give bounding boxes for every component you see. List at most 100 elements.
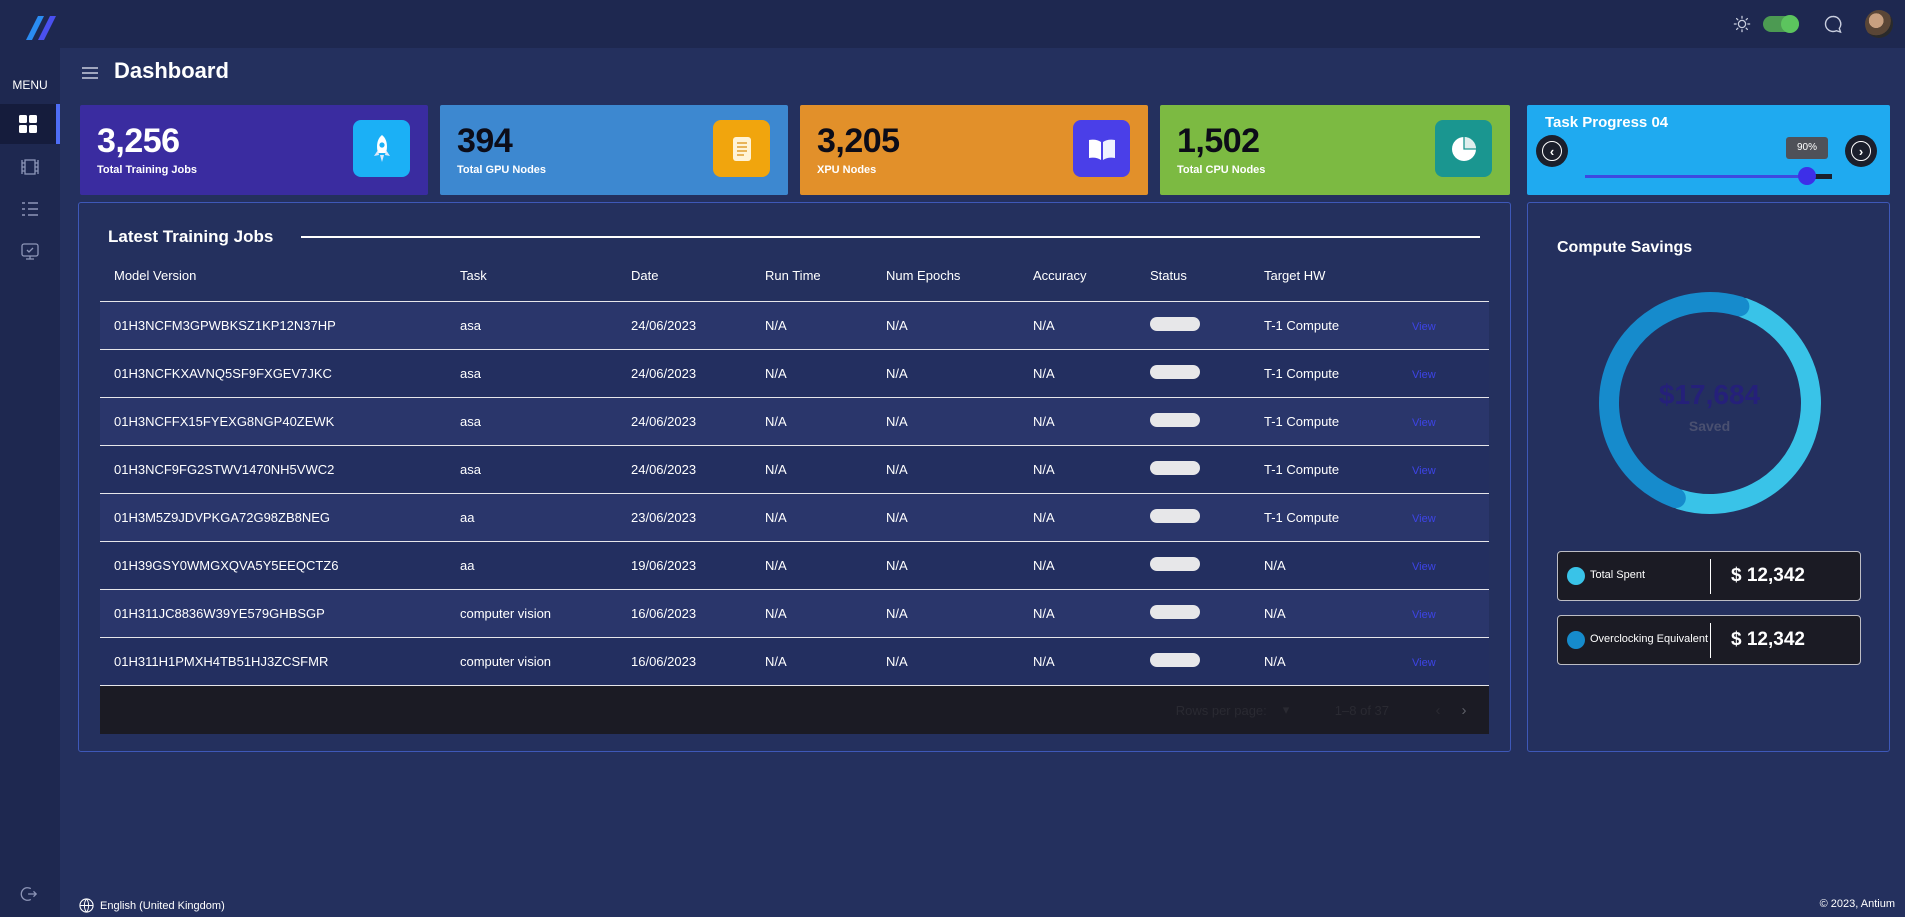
sidebar-item-list[interactable] — [0, 189, 60, 229]
view-link[interactable]: View — [1412, 414, 1469, 429]
view-link[interactable]: View — [1412, 318, 1469, 333]
next-page-button[interactable]: › — [1451, 702, 1477, 719]
cell-status — [1150, 365, 1264, 382]
column-header[interactable]: Date — [631, 268, 765, 283]
cell-model-version: 01H39GSY0WMGXQVA5Y5EEQCTZ6 — [114, 558, 339, 573]
table-body: 01H3NCFM3GPWBKSZ1KP12N37HP asa 24/06/202… — [100, 302, 1489, 686]
cell-target-hw: T-1 Compute — [1264, 318, 1340, 333]
sidebar-item-monitor[interactable] — [0, 231, 60, 271]
cell-task: asa — [460, 462, 481, 477]
status-pill — [1150, 413, 1200, 427]
hamburger-menu-icon[interactable] — [81, 66, 99, 80]
column-header[interactable]: Run Time — [765, 268, 886, 283]
sidebar-item-dashboard[interactable] — [0, 104, 60, 144]
cell-task: asa — [460, 366, 481, 381]
stat-card-xpu-nodes: 3,205 XPU Nodes — [800, 105, 1148, 195]
cell-target-hw: N/A — [1264, 654, 1286, 669]
cell-accuracy: N/A — [1033, 462, 1055, 477]
column-header[interactable]: Task — [460, 268, 631, 283]
rocket-icon — [353, 120, 410, 177]
view-link[interactable]: View — [1412, 510, 1469, 525]
cell-status — [1150, 317, 1264, 334]
table-row: 01H311JC8836W39YE579GHBSGP computer visi… — [100, 590, 1489, 638]
column-header[interactable]: Num Epochs — [886, 268, 1033, 283]
cell-status — [1150, 605, 1264, 622]
cell-run-time: N/A — [765, 654, 787, 669]
prev-page-button[interactable]: ‹ — [1425, 702, 1451, 719]
chevron-left-icon: ‹ — [1542, 141, 1562, 161]
view-link-label[interactable]: View — [1412, 465, 1436, 477]
column-header[interactable]: Model Version — [100, 268, 460, 283]
column-header[interactable]: Target HW — [1264, 268, 1412, 283]
column-header[interactable]: Status — [1150, 268, 1264, 283]
status-pill — [1150, 461, 1200, 475]
stat-card-cpu-nodes: 1,502 Total CPU Nodes — [1160, 105, 1510, 195]
cell-task: computer vision — [460, 654, 552, 669]
legend-dot — [1567, 631, 1585, 649]
logout-icon[interactable] — [20, 885, 38, 903]
cell-task: asa — [460, 318, 481, 333]
legend-dot — [1567, 567, 1585, 585]
status-pill — [1150, 653, 1200, 667]
view-link-label[interactable]: View — [1412, 513, 1436, 525]
view-link-label[interactable]: View — [1412, 657, 1436, 669]
view-link-label[interactable]: View — [1412, 417, 1436, 429]
stat-value: 3,256 — [97, 122, 180, 160]
view-link-label[interactable]: View — [1412, 321, 1436, 333]
cell-accuracy: N/A — [1033, 510, 1055, 525]
menu-label: MENU — [12, 78, 48, 92]
theme-toggle[interactable] — [1763, 15, 1799, 33]
task-progress-slider[interactable] — [1585, 167, 1832, 185]
brand-logo-icon[interactable] — [18, 14, 58, 42]
view-link[interactable]: View — [1412, 462, 1469, 477]
cell-run-time: N/A — [765, 462, 787, 477]
chat-bubble-icon[interactable] — [1823, 14, 1843, 34]
status-pill — [1150, 317, 1200, 331]
view-link[interactable]: View — [1412, 606, 1469, 621]
user-avatar[interactable] — [1865, 10, 1893, 38]
view-link[interactable]: View — [1412, 654, 1469, 669]
cell-run-time: N/A — [765, 606, 787, 621]
legend-overclocking-equivalent: Overclocking Equivalent $ 12,342 — [1557, 615, 1861, 665]
view-link[interactable]: View — [1412, 366, 1469, 381]
language-selector[interactable]: English (United Kingdom) — [79, 898, 225, 913]
legend-amount: $ 12,342 — [1731, 565, 1805, 586]
cell-num-epochs: N/A — [886, 510, 908, 525]
task-next-button[interactable]: › — [1845, 135, 1877, 167]
cell-model-version: 01H311JC8836W39YE579GHBSGP — [114, 606, 325, 621]
cell-task: aa — [460, 510, 475, 525]
cell-status — [1150, 557, 1264, 574]
table-row: 01H39GSY0WMGXQVA5Y5EEQCTZ6 aa 19/06/2023… — [100, 542, 1489, 590]
jobs-title: Latest Training Jobs — [108, 227, 274, 246]
cell-status — [1150, 461, 1264, 478]
sidebar-item-jobs[interactable] — [0, 147, 60, 187]
cell-num-epochs: N/A — [886, 654, 908, 669]
cell-accuracy: N/A — [1033, 318, 1055, 333]
cell-date: 19/06/2023 — [631, 558, 697, 573]
monitor-badge-icon — [21, 243, 39, 260]
slider-thumb[interactable] — [1798, 167, 1816, 185]
chevron-down-icon: ▾ — [1282, 702, 1290, 717]
savings-amount: $17,684 — [1658, 379, 1761, 410]
legend-divider — [1710, 623, 1711, 658]
cell-task: aa — [460, 558, 475, 573]
view-link-label[interactable]: View — [1412, 369, 1436, 381]
view-link-label[interactable]: View — [1412, 609, 1436, 621]
stat-card-training-jobs: 3,256 Total Training Jobs — [80, 105, 428, 195]
view-link-label[interactable]: View — [1412, 561, 1436, 573]
cell-date: 24/06/2023 — [631, 366, 697, 381]
slider-value-tooltip: 90% — [1786, 137, 1828, 159]
cell-num-epochs: N/A — [886, 414, 908, 429]
legend-total-spent: Total Spent $ 12,342 — [1557, 551, 1861, 601]
task-prev-button[interactable]: ‹ — [1536, 135, 1568, 167]
pie-chart-icon — [1435, 120, 1492, 177]
table-row: 01H3M5Z9JDVPKGA72G98ZB8NEG aa 23/06/2023… — [100, 494, 1489, 542]
rows-per-page-select[interactable]: ▾ — [1283, 702, 1307, 718]
sun-icon[interactable] — [1733, 15, 1751, 33]
top-bar — [0, 0, 1905, 48]
column-header[interactable]: Accuracy — [1033, 268, 1150, 283]
document-icon — [713, 120, 770, 177]
view-link[interactable]: View — [1412, 558, 1469, 573]
chevron-left-icon: ‹ — [1435, 701, 1441, 719]
slider-fill — [1585, 175, 1807, 178]
